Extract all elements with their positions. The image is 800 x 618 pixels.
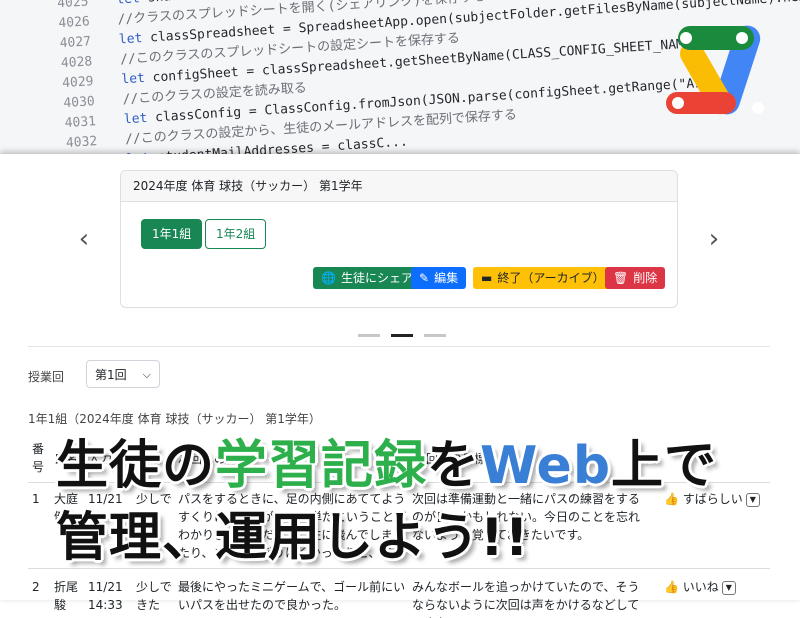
chevron-right-icon[interactable]: › — [702, 226, 726, 252]
edit-label: 編集 — [434, 271, 459, 285]
thumbs-up-icon: 👍 — [664, 580, 679, 594]
google-apps-script-logo — [666, 25, 764, 115]
share-button[interactable]: 🌐 生徒にシェア — [313, 267, 421, 289]
globe-icon: 🌐 — [321, 271, 336, 285]
chevron-down-icon[interactable]: ▼ — [721, 580, 736, 595]
carousel-indicator-1[interactable] — [358, 334, 380, 337]
headline-part-b: 学習記録 — [215, 436, 428, 496]
carousel-indicator-3[interactable] — [424, 334, 447, 337]
course-card: 2024年度 体育 球技（サッカー） 第1学年 1年1組 1年2組 🌐 生徒にシェ… — [120, 170, 678, 308]
edit-button[interactable]: ✎ 編集 — [411, 267, 467, 289]
card-title: 2024年度 体育 球技（サッカー） 第1学年 — [121, 171, 677, 202]
row2-date: 11/21 14:33 — [88, 580, 123, 612]
header-number: 番号 — [32, 442, 45, 474]
row2-goal: みんなボールを追っかけていたので、そうならないように次回は声をかけるなどしていき… — [412, 580, 640, 618]
row2-number: 2 — [32, 580, 40, 594]
pencil-icon: ✎ — [419, 271, 430, 285]
class-button-1-1[interactable]: 1年1組 — [141, 219, 203, 249]
divider — [28, 346, 770, 347]
carousel-indicator-2[interactable] — [391, 334, 414, 337]
lesson-label: 授業回 — [28, 370, 65, 384]
code-background: 4025let shareUrl = getAppUrlForSubjectFo… — [0, 0, 800, 160]
archive-label: 終了（アーカイブ） — [497, 271, 605, 285]
trash-icon: 🗑 — [613, 271, 629, 285]
table-caption: 1年1組（2024年度 体育 球技（サッカー） 第1学年） — [28, 412, 321, 426]
row2-rating-label: いいね — [682, 580, 719, 594]
headline-part-d: Web — [480, 436, 612, 496]
archive-icon: ▬ — [481, 271, 493, 285]
row2-rating[interactable]: 👍 いいね ▼ — [664, 578, 736, 596]
archive-button[interactable]: ▬ 終了（アーカイブ） — [473, 267, 613, 289]
delete-button[interactable]: 🗑 削除 — [605, 267, 666, 289]
row2-reflection: 最後にやったミニゲームで、ゴール前にいいパスを出せたので良かった。 — [178, 580, 406, 612]
chevron-down-icon: ⌵ — [142, 368, 151, 381]
class-button-1-2[interactable]: 1年2組 — [205, 219, 267, 249]
headline-part-a: 生徒の — [56, 436, 216, 496]
headline-line2: 管理、運用しよう!! — [56, 508, 800, 568]
lesson-select-value: 第1回 — [95, 368, 127, 382]
lesson-select[interactable]: 第1回 ⌵ — [86, 360, 160, 388]
row1-number: 1 — [32, 492, 40, 506]
carousel-indicators — [358, 322, 452, 341]
row-divider — [28, 568, 770, 569]
headline-line2-text: 管理、運用しよう!! — [56, 508, 530, 568]
headline-part-c: を — [427, 436, 481, 496]
headline-part-e: 上で — [611, 436, 718, 496]
share-label: 生徒にシェア — [340, 271, 413, 285]
chevron-left-icon[interactable]: ‹ — [72, 226, 96, 252]
row2-fun: 少しできた — [136, 580, 172, 612]
row2-name: 折尾 駿 — [54, 580, 79, 612]
delete-label: 削除 — [633, 271, 658, 285]
headline-line1: 生徒の学習記録をWeb上で — [56, 436, 800, 496]
